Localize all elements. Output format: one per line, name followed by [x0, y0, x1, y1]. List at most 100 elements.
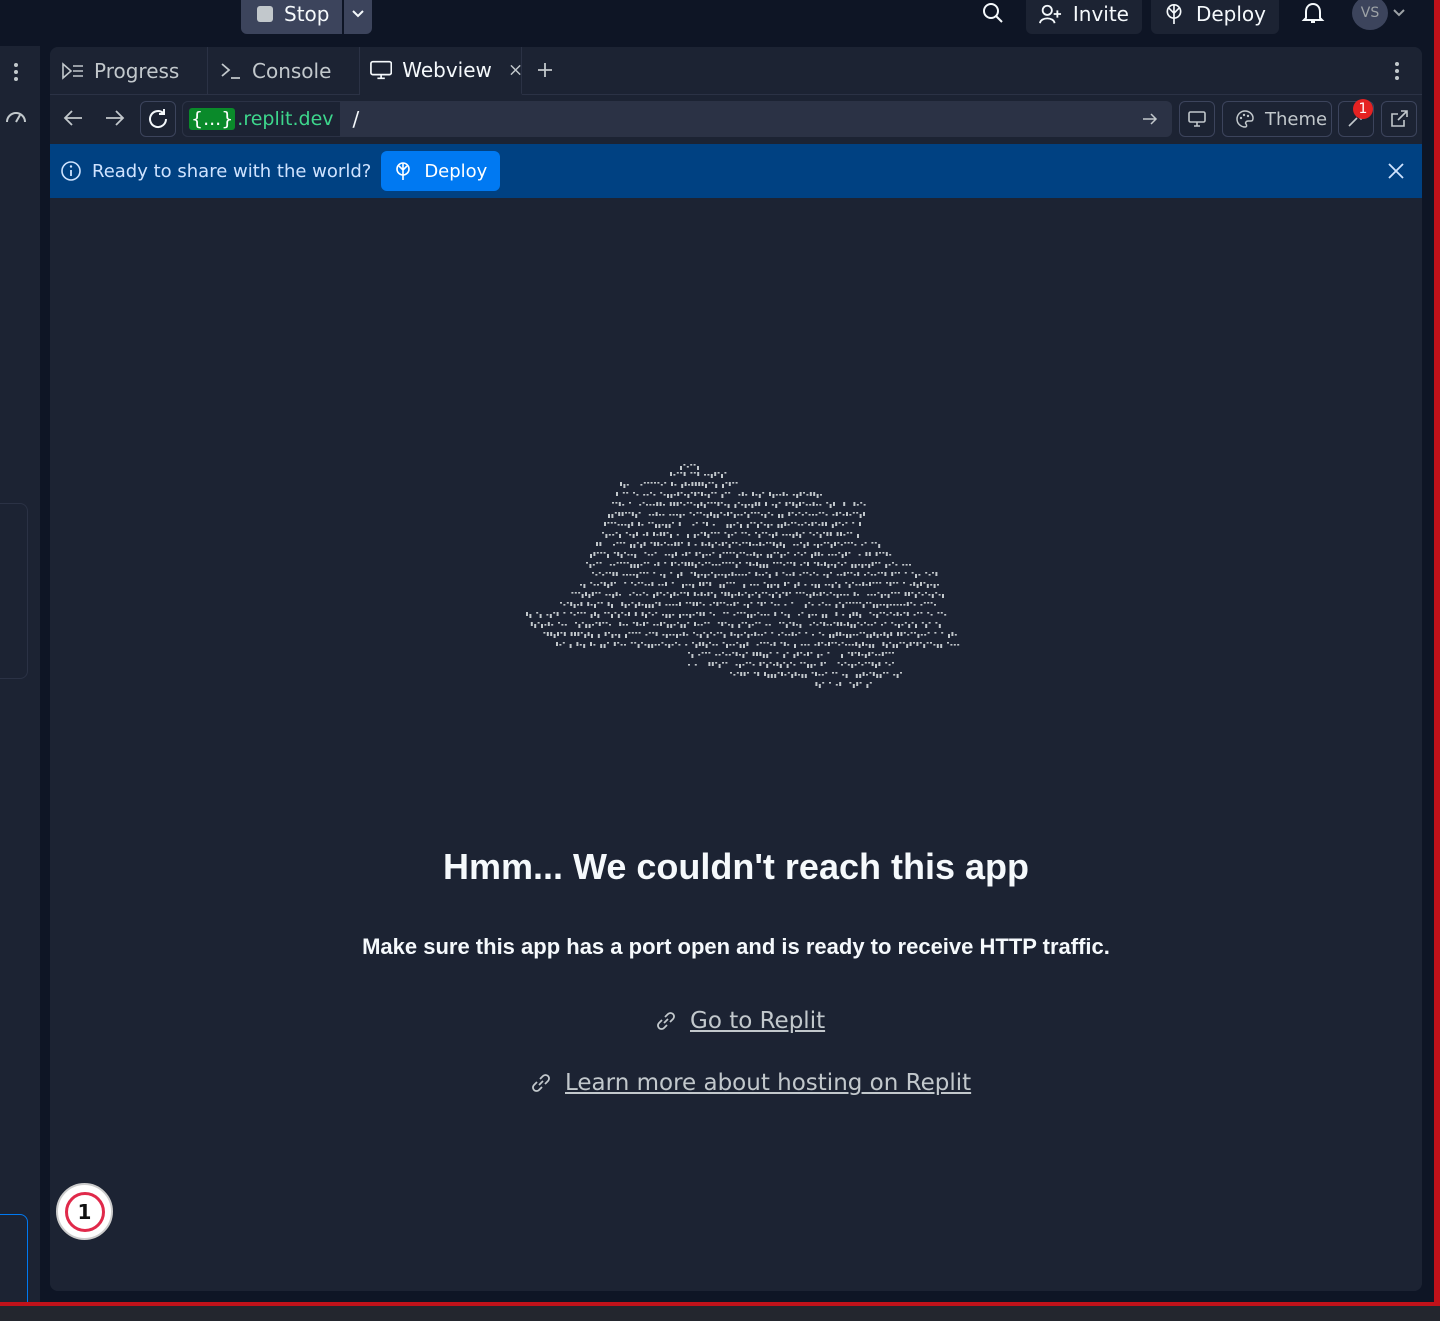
collapsed-panel[interactable]	[0, 503, 28, 679]
cloud-dot	[787, 552, 790, 554]
cloud-dot	[604, 522, 606, 526]
cloud-dot	[867, 594, 870, 596]
cloud-dot	[923, 602, 926, 604]
cloud-dot	[856, 634, 859, 636]
tab-console[interactable]: Console	[208, 47, 360, 95]
close-icon[interactable]	[510, 64, 521, 76]
cloud-dot	[868, 652, 871, 656]
notifications-button[interactable]	[1298, 0, 1328, 26]
theme-button[interactable]: Theme	[1222, 101, 1332, 137]
cloud-dot	[608, 534, 611, 536]
cloud-dot	[728, 492, 731, 494]
cloud-dot	[684, 482, 687, 486]
go-to-replit-link[interactable]: Go to Replit	[654, 1008, 825, 1034]
cloud-dot	[834, 564, 837, 568]
cloud-dot	[879, 604, 882, 606]
cloud-dot	[872, 672, 875, 676]
stop-button[interactable]: Stop	[241, 0, 342, 34]
cloud-dot	[691, 654, 694, 658]
cloud-dot	[767, 524, 770, 528]
cloud-dot	[892, 652, 894, 654]
cloud-dot	[640, 484, 643, 486]
go-arrow-icon[interactable]	[1142, 112, 1158, 126]
open-new-window-button[interactable]	[1381, 101, 1417, 137]
cloud-dot	[849, 634, 852, 638]
avatar[interactable]: VS	[1352, 0, 1388, 30]
cloud-dot	[757, 512, 760, 514]
cloud-dot	[671, 554, 674, 558]
url-path[interactable]: /	[353, 107, 360, 131]
notification-count: 1	[77, 1199, 92, 1224]
cloud-dot	[730, 512, 733, 514]
cloud-dot	[837, 662, 840, 664]
cloud-dot	[737, 634, 740, 638]
cloud-dot	[688, 584, 691, 586]
cloud-dot	[805, 504, 808, 506]
cloud-dot	[597, 602, 600, 604]
reload-button[interactable]	[140, 101, 176, 137]
cloud-dot	[622, 574, 625, 576]
cloud-dot	[655, 632, 658, 636]
cloud-dot	[765, 532, 768, 534]
cloud-dot	[800, 554, 803, 556]
cloud-dot	[640, 564, 643, 566]
account-menu-button[interactable]	[1386, 0, 1412, 26]
cloud-dot	[889, 612, 892, 614]
cloud-dot	[752, 492, 754, 496]
back-button[interactable]	[62, 108, 84, 132]
cloud-dot	[864, 662, 867, 664]
cloud-dot	[779, 494, 782, 496]
banner-deploy-button[interactable]: Deploy	[381, 151, 501, 191]
cloud-dot	[763, 524, 766, 526]
cloud-dot	[769, 542, 772, 544]
cloud-dot	[728, 574, 730, 576]
cloud-dot	[799, 592, 802, 594]
close-icon[interactable]	[1388, 163, 1404, 179]
invite-button[interactable]: Invite	[1026, 0, 1142, 34]
deploy-button[interactable]: Deploy	[1151, 0, 1279, 34]
cloud-dot	[731, 534, 734, 536]
notification-bubble[interactable]: 1	[56, 1183, 113, 1240]
cloud-dot	[951, 632, 954, 636]
cloud-dot	[704, 574, 707, 578]
cloud-dot	[844, 562, 847, 564]
cloud-dot	[880, 594, 883, 598]
new-tab-button[interactable]	[536, 61, 554, 83]
cloud-dot	[789, 592, 791, 594]
cloud-dot	[760, 522, 763, 524]
cloud-dot	[550, 632, 553, 636]
cloud-dot	[609, 572, 611, 574]
cloud-dot	[698, 642, 701, 646]
tab-bar: Progress Console Webview	[50, 47, 1422, 95]
hosting-docs-link[interactable]: Learn more about hosting on Replit	[529, 1070, 971, 1096]
forward-button[interactable]	[104, 108, 126, 132]
cloud-dot	[807, 652, 809, 656]
cloud-dot	[666, 532, 669, 534]
cloud-dot	[682, 514, 685, 516]
cloud-dot	[711, 572, 713, 574]
cloud-dot	[795, 634, 797, 636]
cloud-dot	[703, 514, 706, 516]
pane-menu-button[interactable]	[1394, 61, 1400, 85]
tab-webview[interactable]: Webview	[360, 47, 522, 95]
cloud-dot	[871, 652, 874, 654]
cloud-dot	[925, 592, 927, 594]
cloud-dot	[609, 624, 611, 626]
cloud-dot	[621, 602, 624, 606]
speed-button[interactable]	[4, 108, 28, 128]
more-menu-button[interactable]	[13, 62, 19, 86]
cloud-dot	[711, 482, 714, 484]
search-button[interactable]	[978, 0, 1008, 26]
cloud-dot	[625, 532, 628, 534]
cloud-dot	[811, 554, 813, 558]
device-preview-button[interactable]	[1179, 101, 1215, 137]
cloud-dot	[799, 624, 802, 628]
cloud-dot	[617, 552, 620, 556]
cloud-dot	[752, 664, 755, 666]
run-options-button[interactable]	[344, 0, 372, 34]
address-bar[interactable]: {...} .replit.dev /	[182, 101, 1172, 137]
cloud-dot	[704, 622, 707, 624]
cloud-dot	[820, 494, 822, 496]
cloud-dot	[733, 614, 736, 616]
tab-progress[interactable]: Progress	[50, 47, 208, 95]
